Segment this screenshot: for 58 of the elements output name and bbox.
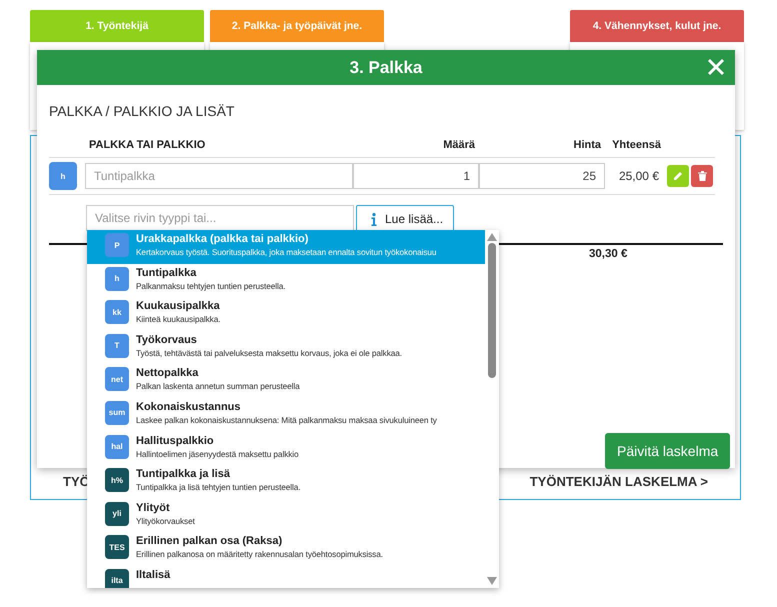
dialog-title: 3. Palkka (350, 58, 422, 78)
type-badge: yli (105, 502, 129, 526)
edit-button[interactable] (667, 165, 689, 187)
price-field[interactable]: 25 (479, 163, 605, 189)
option-description: Työstä, tehtävästä tai palveluksesta maksettu korvaus, joka ei ole palkkaa. (136, 348, 402, 358)
step-tab[interactable]: 4. Vähennykset, kulut jne. (570, 10, 744, 42)
option-title: Tuntipalkka (136, 266, 198, 279)
type-badge: ilta (105, 568, 129, 588)
panel-link[interactable]: TYÖNTEKIJÄN LASKELMA > (530, 474, 708, 489)
type-badge: sum (105, 400, 129, 425)
column-header: Yhteensä (605, 133, 665, 158)
option-description: Tuntipalkka ja lisä tehtyjen tuntien perusteella. (136, 482, 301, 492)
type-badge: TES (105, 535, 129, 560)
type-badge: h (105, 266, 129, 291)
trash-icon (698, 171, 706, 181)
column-header: PALKKA TAI PALKKIO (85, 133, 353, 158)
column-header: Määrä (353, 133, 479, 158)
option-description: Kertakorvaus työstä. Suorituspalkka, joka maksetaan ennalta sovitun työkokonaisuu (136, 247, 436, 257)
row-type-badge: h (49, 162, 77, 190)
option-title: Urakkapalkka (palkka tai palkkio) (136, 233, 310, 245)
scroll-down-icon[interactable] (487, 577, 497, 585)
option-title: Kokonaiskustannus (136, 400, 242, 413)
option-description: Palkan laskenta annetun summan perusteella (136, 381, 300, 392)
option-title: Hallituspalkkio (136, 434, 215, 447)
option-description: Hallintoelimen jäsenyydestä maksettu palkkio (136, 448, 299, 459)
scrollbar-thumb[interactable] (488, 243, 496, 378)
scroll-up-icon[interactable] (487, 233, 497, 241)
section-title: PALKKA / PALKKIO JA LISÄT (49, 103, 236, 119)
row-type-field[interactable]: Valitse rivin tyyppi tai... (86, 205, 354, 231)
dropdown-option[interactable]: ilta Iltalisä (87, 566, 485, 588)
type-badge: P (105, 233, 129, 257)
type-badge: h% (105, 468, 129, 492)
option-description: Erillinen palkanosa on määritetty rakennusalan työehtosopimuksissa. (136, 549, 383, 560)
delete-button[interactable] (691, 165, 713, 187)
option-description: Kiinteä kuukausipalkka. (136, 314, 220, 324)
option-description: Palkanmaksu tehtyjen tuntien perusteella. (136, 280, 286, 291)
close-icon[interactable] (707, 58, 725, 76)
info-icon (371, 212, 377, 226)
row-total: 25,00 € (618, 169, 660, 183)
quantity-field[interactable]: 1 (353, 163, 479, 189)
option-title: Tuntipalkka ja lisä (136, 468, 231, 480)
name-field[interactable]: Tuntipalkka (85, 163, 353, 189)
option-description: Ylityökorvaukset (136, 516, 195, 526)
option-title: Kuukausipalkka (136, 300, 220, 312)
type-badge: net (105, 367, 129, 392)
type-badge: T (105, 334, 129, 358)
type-badge: hal (105, 434, 129, 459)
type-badge: kk (105, 300, 129, 324)
update-button[interactable]: Päivitä laskelma (605, 433, 730, 469)
option-title: Nettopalkka (136, 367, 200, 380)
option-title: Työkorvaus (136, 334, 198, 346)
option-title: Erillinen palkan osa (Raksa) (136, 535, 284, 548)
option-description: Laskee palkan kokonaiskustannuksena: Mitä palkanmaksu maksaa sivukuluineen ty (136, 414, 437, 425)
option-title: Ylityöt (136, 502, 171, 514)
option-title: Iltalisä (136, 568, 170, 581)
pencil-icon (673, 171, 683, 181)
grand-total: 30,30 € (589, 247, 628, 260)
column-header: Hinta (479, 133, 605, 158)
